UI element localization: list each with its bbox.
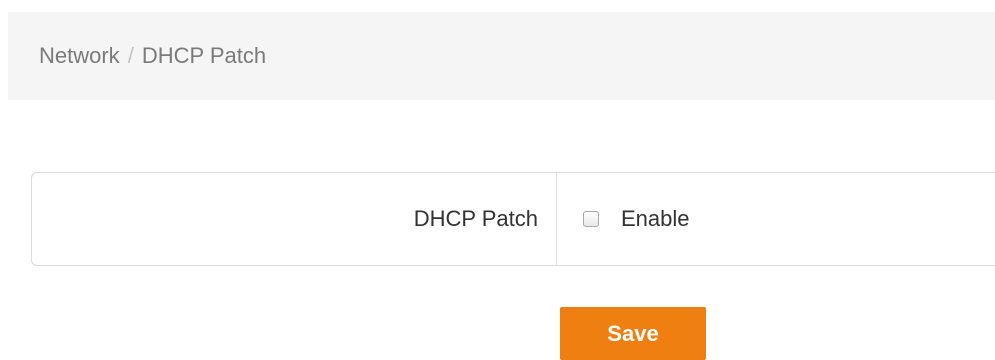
enable-checkbox[interactable]	[583, 211, 599, 227]
dhcp-patch-label: DHCP Patch	[32, 173, 557, 265]
dhcp-patch-value: Enable	[557, 173, 995, 265]
breadcrumb: Network / DHCP Patch	[8, 12, 995, 100]
enable-label[interactable]: Enable	[621, 206, 690, 232]
save-button[interactable]: Save	[560, 307, 706, 360]
settings-panel: DHCP Patch Enable	[31, 172, 995, 266]
breadcrumb-item-current: DHCP Patch	[141, 43, 267, 68]
page: Network / DHCP Patch DHCP Patch Enable S…	[0, 0, 995, 360]
breadcrumb-item-network[interactable]: Network	[39, 43, 120, 69]
breadcrumb-separator: /	[127, 43, 134, 68]
